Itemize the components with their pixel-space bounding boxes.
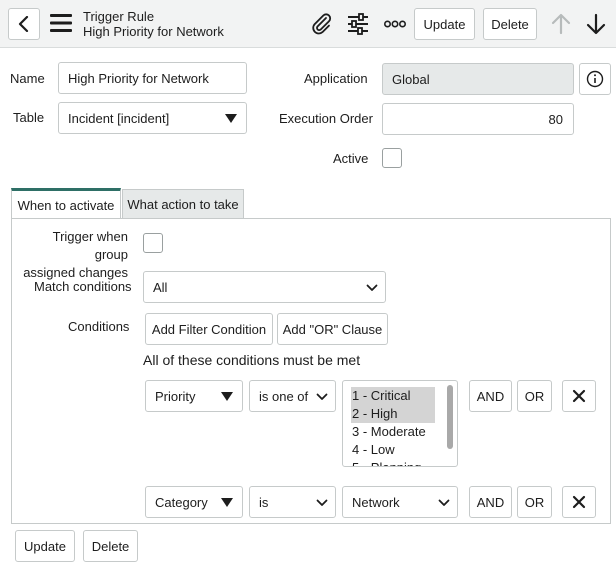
condition-operator-value: is <box>259 494 269 510</box>
back-chevron-icon <box>18 16 29 32</box>
name-value: High Priority for Network <box>68 70 209 86</box>
add-or-clause-button[interactable]: Add "OR" Clause <box>277 313 388 345</box>
arrow-up-icon[interactable] <box>551 13 571 35</box>
list-item[interactable]: 3 - Moderate <box>352 423 426 441</box>
delete-button[interactable]: Delete <box>83 530 138 562</box>
tab-what-action-to-take[interactable]: What action to take <box>122 189 244 220</box>
trigger-group-label: Trigger when group assigned changes <box>22 228 128 282</box>
application-value: Global <box>392 71 430 87</box>
table-value: Incident [incident] <box>68 110 170 126</box>
application-label: Application <box>304 71 368 86</box>
condition-value: Network <box>352 494 400 510</box>
match-conditions-select[interactable]: All <box>143 271 386 303</box>
add-filter-condition-button[interactable]: Add Filter Condition <box>145 313 273 345</box>
condition-field-value: Priority <box>155 388 196 404</box>
or-button[interactable]: OR <box>517 486 552 518</box>
match-conditions-value: All <box>153 279 168 295</box>
execution-order-label: Execution Order <box>279 111 373 126</box>
chevron-down-icon <box>316 499 328 506</box>
application-field: Global <box>382 63 574 95</box>
paperclip-icon[interactable] <box>309 12 333 36</box>
back-button[interactable] <box>8 8 40 40</box>
chevron-down-icon <box>316 393 328 400</box>
update-button[interactable]: Update <box>15 530 75 562</box>
remove-condition-button[interactable] <box>562 380 596 412</box>
settings-sliders-icon[interactable] <box>347 13 369 35</box>
info-icon <box>586 70 604 88</box>
and-button[interactable]: AND <box>469 380 512 412</box>
or-button[interactable]: OR <box>517 380 552 412</box>
dropdown-caret-icon <box>221 392 233 401</box>
scrollbar[interactable] <box>447 385 453 449</box>
table-label: Table <box>13 110 45 125</box>
condition-field-select[interactable]: Category <box>145 486 243 518</box>
tab-when-to-activate[interactable]: When to activate <box>11 188 121 219</box>
condition-field-select[interactable]: Priority <box>145 380 243 412</box>
hamburger-menu-icon[interactable] <box>50 13 72 33</box>
list-item[interactable]: 2 - High <box>351 405 435 423</box>
condition-value-select[interactable]: Network <box>342 486 458 518</box>
execution-order-field[interactable]: 80 <box>382 103 574 135</box>
more-options-icon[interactable] <box>384 20 406 28</box>
tab-label: What action to take <box>127 197 239 212</box>
close-icon <box>572 389 586 403</box>
table-select[interactable]: Incident [incident] <box>58 102 247 134</box>
trigger-group-checkbox[interactable] <box>143 233 163 253</box>
name-label: Name <box>10 71 45 86</box>
active-label: Active <box>333 151 369 166</box>
condition-operator-value: is one of <box>259 388 309 404</box>
arrow-down-icon[interactable] <box>586 13 606 35</box>
active-checkbox[interactable] <box>382 148 402 168</box>
conditions-heading: All of these conditions must be met <box>143 352 361 368</box>
chevron-down-icon <box>366 284 378 291</box>
list-item[interactable]: 4 - Low <box>352 441 395 459</box>
match-conditions-label: Match conditions <box>34 279 132 294</box>
dropdown-caret-icon <box>221 498 233 507</box>
conditions-label: Conditions <box>68 319 130 334</box>
close-icon <box>572 495 586 509</box>
record-type: Trigger Rule <box>83 9 155 24</box>
and-button[interactable]: AND <box>469 486 512 518</box>
condition-operator-select[interactable]: is <box>249 486 336 518</box>
delete-button-header[interactable]: Delete <box>483 8 537 40</box>
list-item[interactable]: 5 - Planning <box>352 459 421 466</box>
record-name: High Priority for Network <box>83 24 224 39</box>
tab-label: When to activate <box>17 197 115 213</box>
update-button-header[interactable]: Update <box>414 8 475 40</box>
condition-field-value: Category <box>155 494 208 510</box>
condition-value-multiselect[interactable]: 1 - Critical 2 - High 3 - Moderate 4 - L… <box>342 380 458 467</box>
execution-order-value: 80 <box>548 111 563 127</box>
info-button[interactable] <box>579 63 611 95</box>
condition-operator-select[interactable]: is one of <box>249 380 336 412</box>
dropdown-caret-icon <box>225 114 237 123</box>
form-header: Trigger Rule High Priority for Network U… <box>0 0 616 48</box>
list-item[interactable]: 1 - Critical <box>351 387 435 405</box>
remove-condition-button[interactable] <box>562 486 596 518</box>
chevron-down-icon <box>438 499 450 506</box>
trigger-group-label-line1: Trigger when group <box>52 229 128 262</box>
name-field[interactable]: High Priority for Network <box>58 62 247 94</box>
